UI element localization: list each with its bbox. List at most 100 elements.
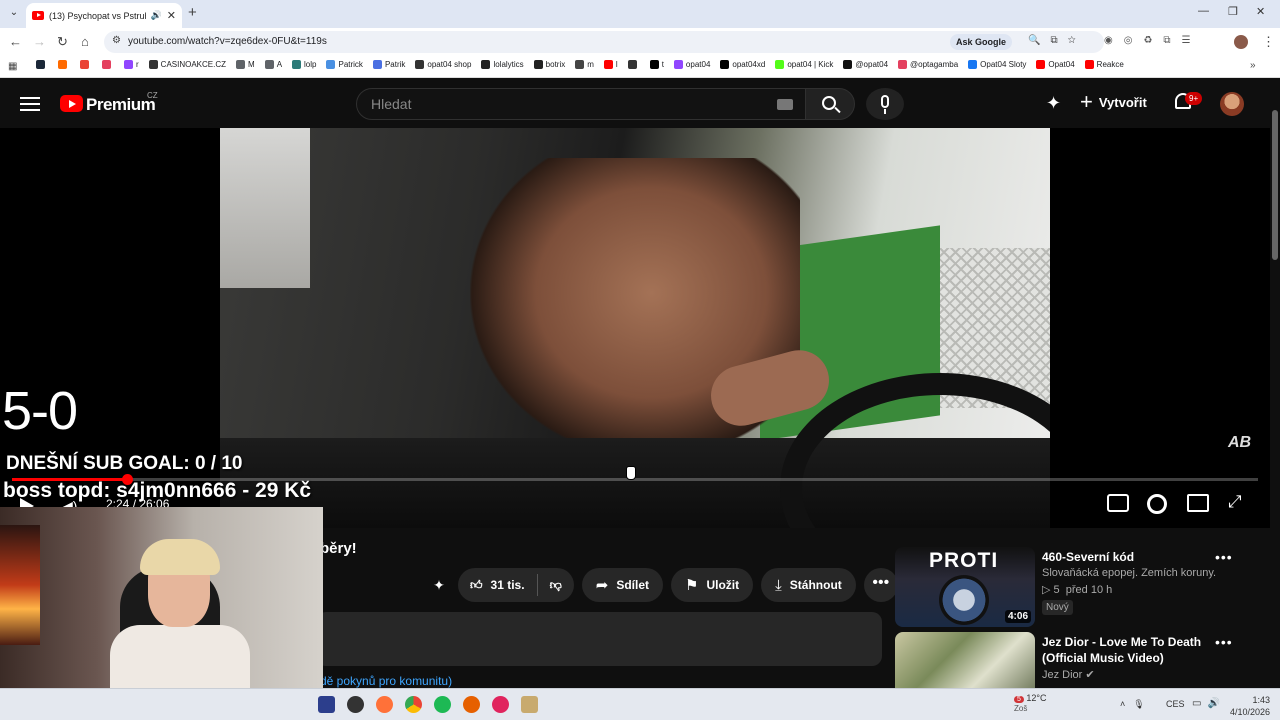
bookmark-item[interactable] (36, 60, 48, 69)
channel-watermark[interactable]: AB (1228, 434, 1251, 452)
profile-avatar[interactable] (1234, 35, 1248, 49)
recommendation-thumbnail[interactable]: PROTI 4:06 (895, 547, 1035, 627)
network-volume-icons[interactable]: ▭🔊 (1192, 698, 1226, 709)
bookmark-item[interactable]: Reakce (1084, 60, 1124, 69)
dislike-button[interactable]: 👎︎ (538, 568, 574, 602)
browser-tab-active[interactable]: (13) Psychopat vs Pstruh - I 🔊 ✕ (26, 3, 182, 28)
weather-widget[interactable]: 5 12°C Zoš (1014, 693, 1047, 713)
browser-menu-icon[interactable]: ⋮ (1262, 34, 1275, 50)
home-icon[interactable]: ⌂ (81, 34, 89, 50)
firefox-dev-icon[interactable] (463, 696, 480, 713)
recommendation-item[interactable]: Jez Dior - Love Me To Death (Official Mu… (895, 632, 1265, 688)
reload-icon[interactable]: ↻ (57, 34, 68, 50)
omnibox-action-icons[interactable]: 🔍⧉☆ (1028, 35, 1086, 46)
bookmark-item[interactable]: Opat04 Sloty (968, 60, 1026, 69)
recommendation-channel[interactable]: Slovaňácká epopej. Zemích koruny. (1042, 567, 1216, 579)
address-bar[interactable]: ⚙ youtube.com/watch?v=zqe6dex-0FU&t=119s… (104, 31, 1104, 53)
bookmark-item[interactable] (80, 60, 92, 69)
logo-text[interactable]: Premium (86, 95, 156, 115)
settings-gear-icon[interactable] (1147, 494, 1167, 514)
search-field[interactable] (356, 88, 806, 120)
recommendation-more-icon[interactable]: ••• (1215, 549, 1233, 565)
recommendation-title[interactable]: Jez Dior - Love Me To Death (Official Mu… (1042, 634, 1222, 666)
country-code: CZ (147, 91, 158, 100)
create-button[interactable]: + Vytvořit (1080, 91, 1147, 113)
close-window-icon[interactable]: ✕ (1256, 5, 1265, 18)
bookmark-item[interactable]: lolalytics (481, 60, 524, 69)
tab-audio-icon[interactable]: 🔊 (151, 10, 162, 21)
bookmark-item[interactable]: M (236, 60, 255, 69)
system-tray-icons[interactable]: ˄🎙 (1120, 699, 1153, 710)
fullscreen-icon[interactable]: ⤢ (1228, 492, 1250, 511)
bookmark-item[interactable]: Patrik (372, 60, 405, 69)
spotify-icon[interactable] (434, 696, 451, 713)
app-icon[interactable] (347, 696, 364, 713)
bookmark-item[interactable]: opat04 (673, 60, 710, 69)
bookmark-item[interactable]: opat04xd (720, 60, 765, 69)
keyboard-icon[interactable] (777, 99, 793, 110)
bookmark-item[interactable] (102, 60, 114, 69)
recommendation-channel[interactable]: Jez Dior ✔ (1042, 668, 1095, 681)
search-button[interactable] (805, 88, 855, 120)
language-indicator[interactable]: CES (1166, 699, 1185, 709)
account-avatar[interactable] (1220, 92, 1244, 116)
bookmark-item[interactable] (627, 60, 640, 69)
search-input[interactable] (371, 96, 751, 112)
new-tab-button[interactable]: + (188, 5, 197, 21)
tab-close-icon[interactable]: ✕ (167, 9, 176, 22)
minimize-icon[interactable]: — (1198, 5, 1209, 17)
miniplayer-icon[interactable] (1187, 494, 1209, 512)
more-actions-button[interactable]: ••• (863, 568, 898, 602)
share-button[interactable]: ➦ Sdílet (581, 568, 664, 602)
bookmark-item[interactable]: Patrick (326, 60, 363, 69)
channel-name[interactable]: Jez Dior (1042, 669, 1082, 681)
download-button[interactable]: ⤓ Stáhnout (761, 568, 856, 602)
like-button[interactable]: 👍︎ 31 tis. (458, 568, 537, 602)
bookmark-item[interactable]: A (264, 60, 282, 69)
bookmark-item[interactable]: @opat04 (843, 60, 888, 69)
bookmark-item[interactable]: r (124, 60, 139, 69)
recommendation-thumbnail[interactable] (895, 632, 1035, 688)
description-box[interactable] (316, 612, 882, 666)
ask-sparkle-icon[interactable]: ✦ (428, 574, 450, 596)
video-player[interactable]: AB 5-0 DNEŠNÍ SUB GOAL: 0 / 10 boss topd… (0, 128, 1270, 528)
subtitles-icon[interactable] (1107, 494, 1129, 512)
bookmark-item[interactable]: l (603, 60, 618, 69)
sparkle-icon[interactable]: ✦ (1046, 93, 1061, 114)
forward-icon[interactable]: → (33, 34, 46, 50)
bookmark-item[interactable]: t (649, 60, 664, 69)
browser-toolbar: ← → ↻ ⌂ ⚙ youtube.com/watch?v=zqe6dex-0F… (0, 28, 1280, 56)
bookmark-item[interactable]: botrix (533, 60, 565, 69)
bookmark-item[interactable] (58, 60, 70, 69)
bookmark-item[interactable]: opat04 shop (415, 60, 471, 69)
recommendation-item[interactable]: PROTI 4:06 460-Severní kód Slovaňácká ep… (895, 547, 1265, 627)
menu-icon[interactable] (20, 94, 40, 112)
restore-icon[interactable]: ❐ (1228, 5, 1238, 18)
chrome-icon[interactable] (405, 696, 422, 713)
app-icon[interactable] (318, 696, 335, 713)
tab-search-icon[interactable]: ⌄ (6, 5, 22, 21)
back-icon[interactable]: ← (9, 34, 22, 50)
save-button[interactable]: ⚑ Uložit (671, 568, 754, 602)
bookmark-item[interactable]: opat04 | Kick (775, 60, 833, 69)
voice-search-button[interactable] (866, 88, 904, 120)
bookmark-item[interactable]: m (575, 60, 594, 69)
site-info-icon[interactable]: ⚙ (112, 35, 121, 46)
youtube-logo-icon[interactable] (60, 95, 83, 112)
apps-grid-icon[interactable]: ▦ (8, 61, 17, 72)
community-guidelines-link[interactable]: dě pokynů pro komunitu) (320, 674, 452, 688)
bookmark-item[interactable]: Opat04 (1036, 60, 1075, 69)
page-scrollbar[interactable] (1270, 80, 1280, 688)
app-icon[interactable] (492, 696, 509, 713)
recommendation-more-icon[interactable]: ••• (1215, 634, 1233, 650)
league-icon[interactable] (521, 696, 538, 713)
ask-google-button[interactable]: Ask Google (950, 34, 1013, 50)
taskbar-clock[interactable]: 1:43 4/10/2026 (1222, 694, 1270, 718)
bookmark-item[interactable]: CASINOAKCE.CZ (148, 60, 226, 69)
firefox-icon[interactable] (376, 696, 393, 713)
extension-icons[interactable]: ◉◎♻⧉☰ (1104, 35, 1202, 46)
bookmark-item[interactable]: @optagamba (898, 60, 958, 69)
recommendation-title[interactable]: 460-Severní kód (1042, 549, 1222, 565)
bookmarks-overflow-icon[interactable]: » (1250, 60, 1256, 71)
bookmark-item[interactable]: lolp (292, 60, 316, 69)
